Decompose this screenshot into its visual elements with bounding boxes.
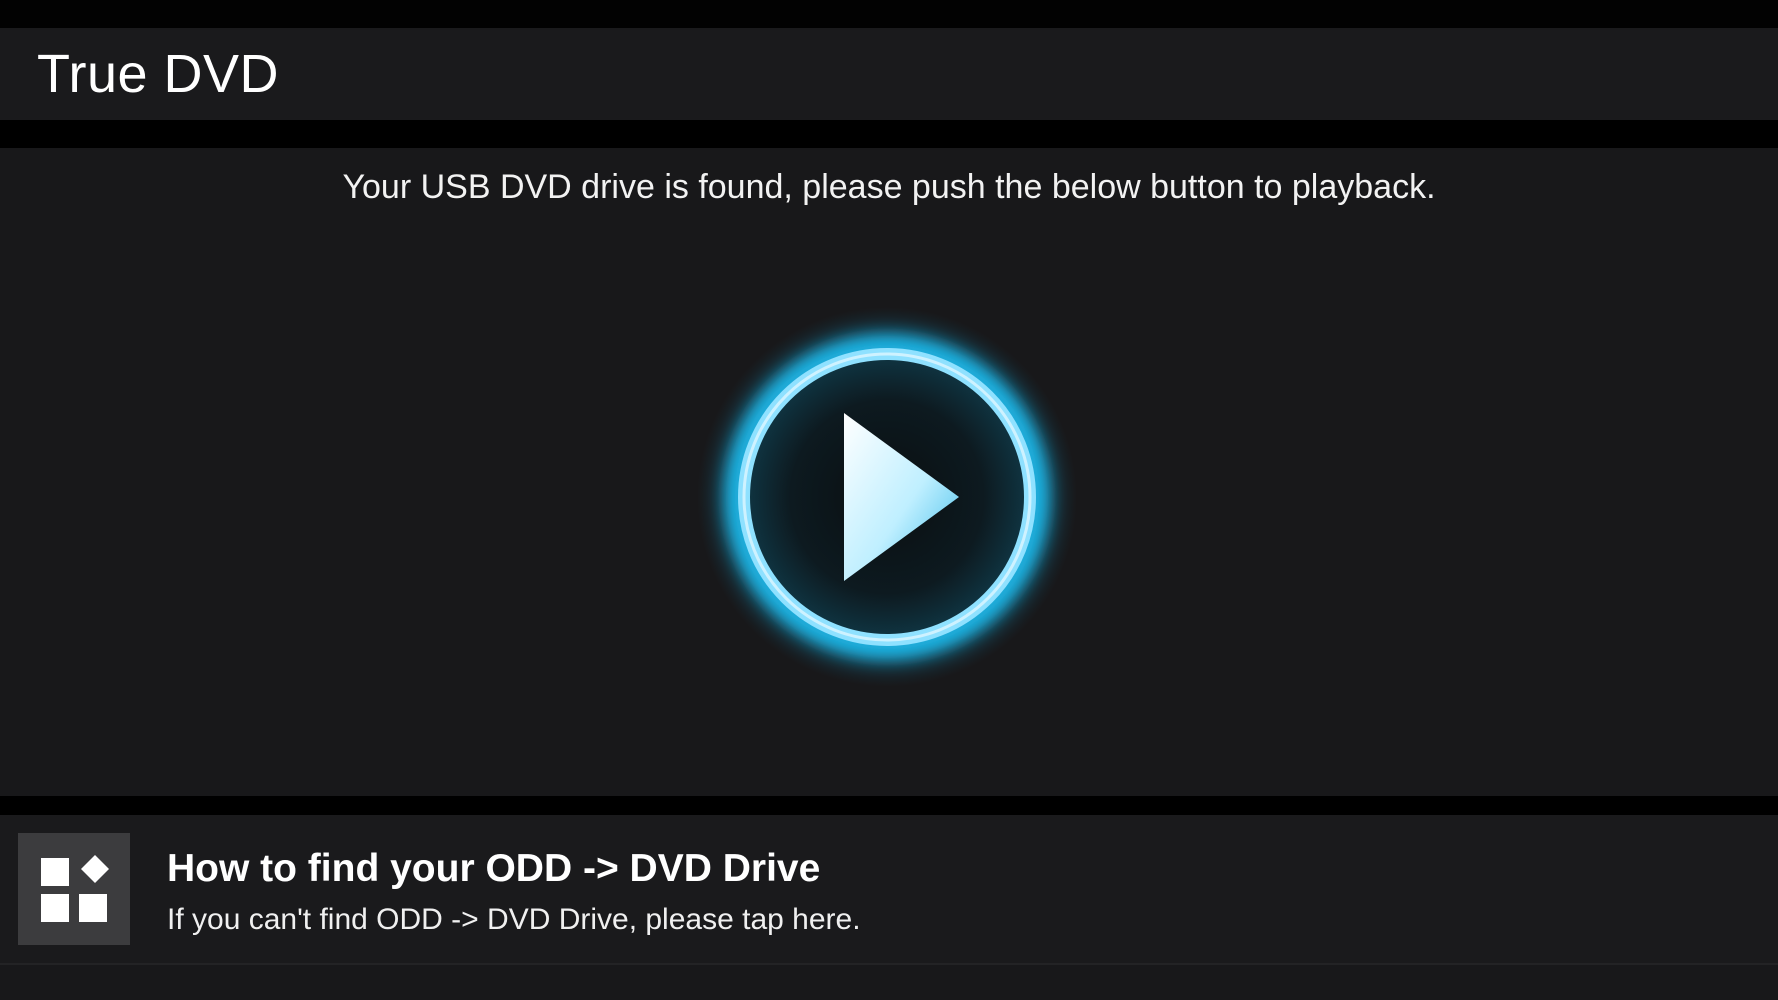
- app-title: True DVD: [37, 44, 280, 104]
- find-drive-help-item[interactable]: How to find your ODD -> DVD Drive If you…: [0, 815, 1778, 963]
- play-button[interactable]: [692, 302, 1082, 692]
- apps-grid-icon-glyph: [41, 855, 109, 922]
- bottom-strip: [0, 965, 1778, 1000]
- app-bar: True DVD: [0, 28, 1778, 120]
- apps-grid-icon: [18, 833, 130, 945]
- drive-found-message: Your USB DVD drive is found, please push…: [342, 168, 1436, 206]
- play-circle-icon: [697, 307, 1077, 687]
- status-bar: [0, 0, 1778, 28]
- app-window: True DVD Your USB DVD drive is found, pl…: [0, 0, 1778, 1000]
- help-title: How to find your ODD -> DVD Drive: [167, 847, 821, 890]
- help-subtitle: If you can't find ODD -> DVD Drive, plea…: [167, 903, 861, 936]
